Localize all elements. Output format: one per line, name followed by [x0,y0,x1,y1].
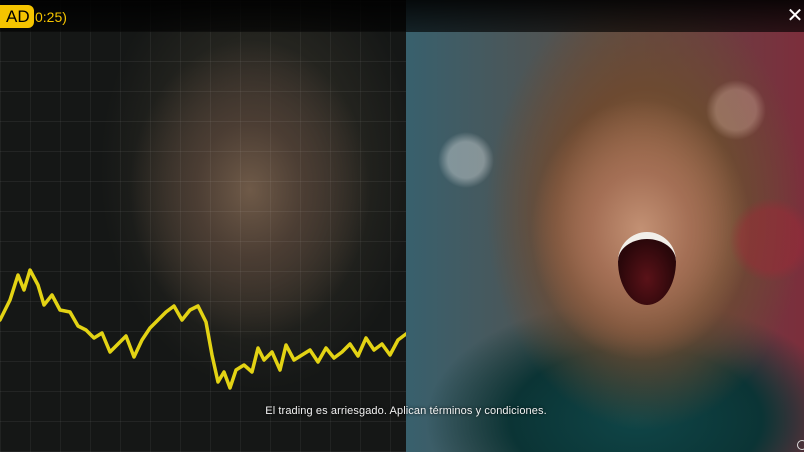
trading-line-overlay [0,268,406,390]
ad-countdown-timer: 0:25) [35,9,67,25]
risk-disclaimer: El trading es arriesgado. Aplican términ… [265,405,547,417]
crowd-background [406,0,804,452]
circle-icon[interactable] [797,440,804,450]
close-icon[interactable]: ✕ [786,6,804,26]
ad-video-player[interactable]: AD 0:25) ✕ El trading es arriesgado. Apl… [0,0,804,452]
ad-top-bar: AD 0:25) ✕ [0,0,804,32]
ad-badge: AD [0,5,34,28]
price-line [0,268,406,390]
right-video-panel [406,0,804,452]
